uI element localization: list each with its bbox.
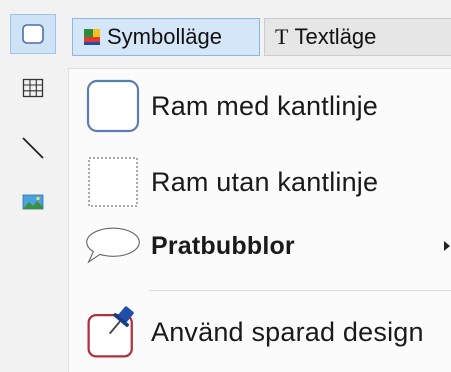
borderless-frame-icon: [83, 152, 143, 212]
bordered-frame-icon: [83, 76, 143, 136]
menu-item-borderless-frame[interactable]: Ram utan kantlinje: [69, 147, 451, 217]
frame-dropdown-menu: Ram med kantlinje Ram utan kantlinje Pra…: [68, 68, 451, 372]
text-mode-icon: T: [275, 24, 289, 49]
menu-item-label: Ram med kantlinje: [151, 90, 378, 121]
speech-bubble-icon: [83, 216, 143, 276]
symbol-mode-tab[interactable]: Symbolläge: [72, 18, 260, 56]
left-toolbar: [0, 0, 66, 372]
submenu-arrow-icon: [444, 241, 450, 251]
grid-table-icon: [22, 78, 44, 98]
line-tool-button[interactable]: [10, 128, 56, 168]
symbol-mode-icon: [83, 28, 101, 46]
menu-item-label: Ram utan kantlinje: [151, 166, 379, 197]
image-tool-button[interactable]: [10, 182, 56, 222]
line-tool-icon: [22, 137, 44, 159]
symbol-mode-label: Symbolläge: [107, 24, 222, 49]
menu-item-use-saved-design[interactable]: Använd sparad design: [69, 297, 451, 367]
image-icon: [22, 194, 44, 210]
frame-tool-button[interactable]: [10, 14, 56, 54]
symbol-editor-window: Symbolläge T Textläge Ram med kantlinje …: [0, 0, 451, 372]
text-mode-label: Textläge: [294, 24, 377, 49]
frame-tool-icon: [22, 24, 44, 44]
menu-item-label: Pratbubblor: [151, 231, 295, 260]
mode-toolbar: Symbolläge T Textläge: [66, 0, 451, 68]
menu-item-label: Använd sparad design: [151, 316, 424, 347]
menu-item-bordered-frame[interactable]: Ram med kantlinje: [69, 71, 451, 141]
saved-design-pin-icon: [83, 302, 143, 362]
table-tool-button[interactable]: [10, 68, 56, 108]
menu-item-speech-bubbles[interactable]: Pratbubblor: [69, 211, 451, 281]
text-mode-tab[interactable]: T Textläge: [264, 18, 451, 56]
menu-separator: [149, 290, 451, 291]
